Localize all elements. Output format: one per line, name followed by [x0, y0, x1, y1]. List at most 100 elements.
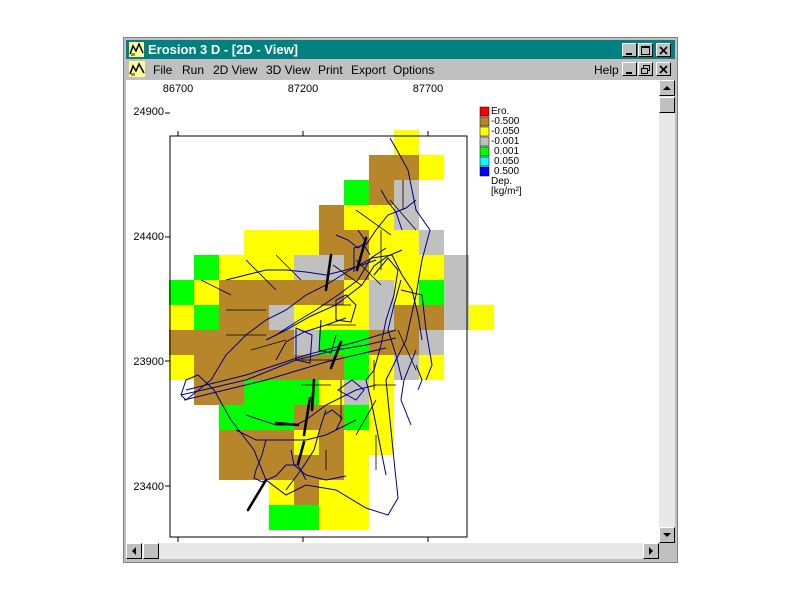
vertical-scrollbar[interactable]	[659, 80, 675, 543]
menu-options[interactable]: Options	[393, 63, 434, 77]
raster-cell	[344, 505, 369, 530]
raster-cell	[319, 505, 344, 530]
app-window: Erosion 3 D - [2D - View] File Run 2D Vi…	[123, 37, 678, 563]
raster-cell	[294, 380, 319, 405]
raster-cell	[269, 430, 294, 455]
raster-cell	[244, 255, 269, 280]
raster-cell	[169, 280, 194, 305]
menu-2d-view[interactable]: 2D View	[213, 63, 257, 77]
raster-cell	[344, 480, 369, 505]
raster-cell	[344, 205, 369, 230]
raster-cell	[219, 430, 244, 455]
legend-swatch	[479, 146, 490, 157]
legend-swatch	[479, 116, 490, 127]
raster-cell	[269, 230, 294, 255]
raster-cell	[369, 180, 394, 205]
raster-cell	[369, 155, 394, 180]
raster-cell	[344, 180, 369, 205]
raster-cell	[444, 255, 469, 280]
raster-cell	[469, 305, 494, 330]
menu-export[interactable]: Export	[351, 63, 386, 77]
raster-cell	[344, 305, 369, 330]
raster-cell	[194, 305, 219, 330]
raster-cell	[344, 405, 369, 430]
raster-cell	[194, 280, 219, 305]
scroll-down-button[interactable]	[659, 527, 675, 543]
raster-cell	[194, 255, 219, 280]
document-icon[interactable]	[129, 61, 145, 77]
legend: Ero. -0.500 -0.050 -0.001 0.001 0.050 0.…	[479, 106, 522, 197]
y-tick-label: 23400	[133, 481, 164, 493]
raster-cell	[269, 380, 294, 405]
raster-cell	[369, 305, 394, 330]
app-icon[interactable]	[129, 42, 144, 57]
raster-cell	[319, 405, 344, 430]
legend-swatch	[479, 156, 490, 167]
raster-cell	[294, 230, 319, 255]
maximize-button[interactable]	[638, 43, 653, 57]
raster-cell	[194, 330, 219, 355]
child-restore-button[interactable]	[638, 62, 653, 76]
raster-cell	[294, 330, 319, 355]
legend-swatch	[479, 136, 490, 147]
window-title: Erosion 3 D - [2D - View]	[148, 42, 299, 57]
child-minimize-button[interactable]	[622, 62, 637, 76]
raster-cell	[394, 230, 419, 255]
raster-cell	[219, 405, 244, 430]
raster-cell	[344, 355, 369, 380]
raster-cell	[294, 305, 319, 330]
x-tick-label: 87700	[413, 83, 444, 95]
horizontal-scroll-thumb[interactable]	[143, 543, 159, 559]
raster-cell	[369, 355, 394, 380]
raster-cell	[319, 430, 344, 455]
raster-cell	[269, 355, 294, 380]
raster-cell	[319, 455, 344, 480]
raster-cell	[269, 455, 294, 480]
menu-file[interactable]: File	[153, 63, 172, 77]
minimize-button[interactable]	[622, 43, 637, 57]
raster-cell	[169, 355, 194, 380]
raster-cell	[219, 330, 244, 355]
close-button[interactable]	[656, 43, 671, 57]
raster-cell	[244, 380, 269, 405]
raster-cell	[269, 505, 294, 530]
raster-cell	[169, 305, 194, 330]
vertical-scroll-thumb[interactable]	[659, 97, 675, 113]
raster-cell	[269, 255, 294, 280]
map-canvas: 86700 87200 87700 24900 24400 23900 2340…	[133, 83, 522, 542]
menu-3d-view[interactable]: 3D View	[266, 63, 310, 77]
menu-run[interactable]: Run	[182, 63, 204, 77]
raster-cell	[419, 330, 444, 355]
raster-cell	[394, 305, 419, 330]
scroll-up-button[interactable]	[659, 80, 675, 96]
x-tick-label: 87200	[288, 83, 319, 95]
scroll-right-button[interactable]	[643, 543, 659, 559]
raster-cell	[269, 280, 294, 305]
raster-cell	[269, 405, 294, 430]
y-tick-label: 23900	[133, 356, 164, 368]
raster-cell	[444, 305, 469, 330]
title-bar[interactable]: Erosion 3 D - [2D - View]	[126, 40, 675, 59]
raster-cell	[244, 280, 269, 305]
raster-cell	[369, 205, 394, 230]
horizontal-scrollbar[interactable]	[126, 543, 659, 559]
raster-cell	[219, 455, 244, 480]
menu-bar: File Run 2D View 3D View Print Export Op…	[126, 60, 675, 79]
menu-print[interactable]: Print	[318, 63, 343, 77]
raster-cell	[419, 155, 444, 180]
x-tick-label: 86700	[163, 83, 194, 95]
raster-cell	[244, 230, 269, 255]
legend-unit: [kg/m²]	[491, 186, 522, 197]
raster-cell	[294, 430, 319, 455]
raster-cell	[394, 180, 419, 205]
raster-cell	[319, 380, 344, 405]
raster-cell	[194, 355, 219, 380]
map-view: 86700 87200 87700 24900 24400 23900 2340…	[126, 80, 659, 543]
menu-help[interactable]: Help	[594, 63, 619, 77]
raster-cell	[344, 280, 369, 305]
scroll-left-button[interactable]	[126, 543, 142, 559]
raster-cell	[244, 305, 269, 330]
child-close-button[interactable]	[656, 62, 671, 76]
raster-cell	[244, 405, 269, 430]
raster-cell	[344, 330, 369, 355]
